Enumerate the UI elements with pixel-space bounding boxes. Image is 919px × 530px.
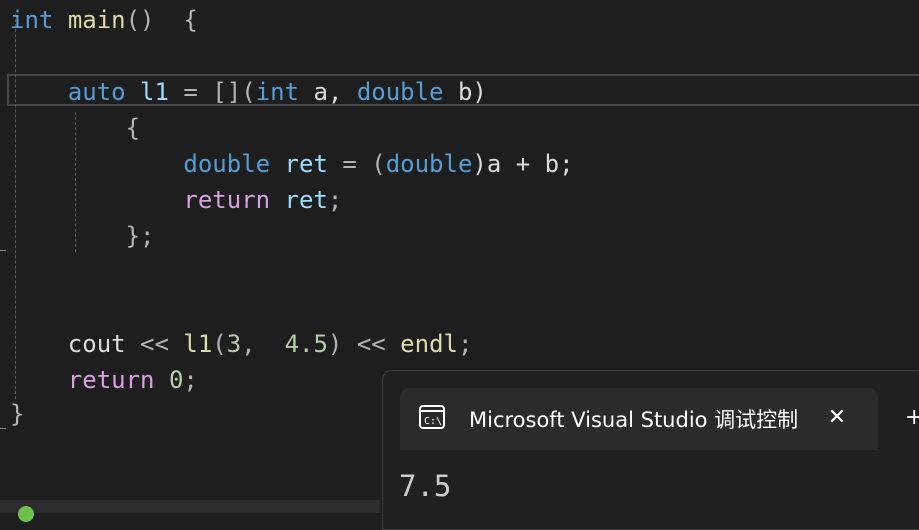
code-token: };: [10, 222, 155, 250]
code-token: 3: [226, 330, 242, 358]
code-line: int main() {: [10, 2, 198, 38]
code-token: int: [255, 78, 300, 106]
code-token: l1: [140, 78, 169, 106]
code-token: b): [443, 78, 487, 106]
code-line: {: [10, 110, 140, 146]
code-token: )a + b;: [472, 150, 574, 178]
code-token: return: [183, 186, 271, 214]
code-line: }: [10, 396, 24, 432]
code-token: ;: [327, 186, 343, 214]
code-token: 0: [168, 366, 184, 394]
code-token: double: [183, 150, 271, 178]
code-line: return 0;: [10, 362, 198, 398]
code-token: ;: [457, 330, 473, 358]
code-token: ret: [284, 186, 328, 214]
code-token: ,: [241, 330, 285, 358]
code-token: ;: [183, 366, 198, 394]
code-token: cout: [67, 330, 126, 358]
new-tab-icon[interactable]: +: [905, 404, 919, 432]
code-line: auto l1 = [](int a, double b): [10, 74, 487, 110]
code-line: };: [10, 218, 155, 254]
code-token: endl: [400, 330, 458, 358]
code-line: double ret = (double)a + b;: [10, 146, 574, 182]
code-token: <<: [125, 330, 184, 358]
code-token: ) <<: [327, 330, 401, 358]
code-token: = [](: [168, 78, 256, 106]
collapse-marker: [0, 428, 6, 429]
collapse-marker: [0, 250, 6, 251]
code-token: = (: [327, 150, 386, 178]
svg-text:C:\: C:\: [424, 416, 442, 427]
code-token: l1: [183, 330, 213, 358]
code-token: int: [10, 6, 54, 34]
code-token: }: [10, 400, 25, 428]
code-token: main: [67, 6, 126, 34]
code-token: double: [385, 150, 473, 178]
code-token: 4.5: [284, 330, 328, 358]
console-output: 7.5: [399, 469, 452, 503]
code-token: ret: [284, 150, 328, 178]
code-token: {: [10, 114, 141, 142]
code-line: cout << l1(3, 4.5) << endl;: [10, 326, 473, 362]
code-token: double: [356, 78, 444, 106]
code-token: () {: [125, 6, 198, 34]
close-icon[interactable]: ✕: [823, 404, 851, 432]
code-line: return ret;: [10, 182, 342, 218]
code-token: return: [67, 366, 155, 394]
console-icon: C:\: [419, 405, 445, 429]
status-indicator-icon: [18, 506, 34, 522]
status-strip: [0, 500, 380, 513]
code-token: auto: [67, 78, 126, 106]
code-token: (: [212, 330, 227, 358]
code-token: a,: [299, 78, 357, 106]
console-title: Microsoft Visual Studio 调试控制台: [469, 408, 799, 432]
